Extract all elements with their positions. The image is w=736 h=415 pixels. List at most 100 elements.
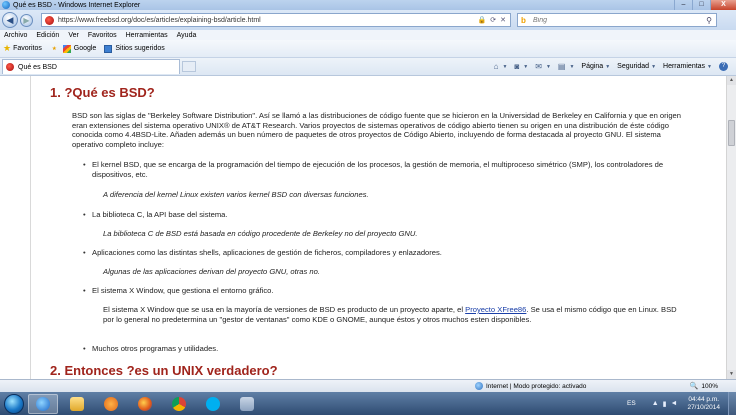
suggested-sites-icon: [104, 44, 113, 53]
zoom-level: 100%: [701, 382, 718, 390]
taskbar-ie[interactable]: [28, 393, 58, 414]
menu-edicion[interactable]: Edición: [36, 32, 59, 39]
favorites-bar: ★ Favoritos ⭑ Google Sitios sugeridos: [0, 40, 736, 58]
zoom-control[interactable]: 🔍 100%: [690, 382, 718, 391]
safety-menu-label: Seguridad: [617, 63, 650, 70]
list-item: El kernel BSD, que se encarga de la prog…: [83, 160, 682, 179]
list-item: El sistema X Window, que gestiona el ent…: [83, 286, 682, 296]
menu-ayuda[interactable]: Ayuda: [177, 32, 197, 39]
search-icon[interactable]: ⚲: [702, 16, 716, 25]
status-bar: Internet | Modo protegido: activado 🔍 10…: [0, 379, 736, 392]
favorites-button[interactable]: Favoritos: [13, 45, 42, 52]
scroll-up-arrow-icon[interactable]: ▲: [727, 76, 736, 85]
clock[interactable]: 04:44 p.m. 27/10/2014: [687, 396, 720, 412]
list-item-note: La biblioteca C de BSD está basada en có…: [103, 229, 418, 238]
media-player-icon: [104, 396, 118, 411]
menu-bar: Archivo Edición Ver Favoritos Herramient…: [0, 30, 736, 40]
print-icon: ▤: [557, 62, 566, 71]
refresh-icon[interactable]: ⟳: [490, 16, 496, 24]
globe-icon: [475, 382, 483, 390]
scroll-down-arrow-icon[interactable]: ▼: [727, 370, 736, 379]
taskbar-chrome[interactable]: [164, 394, 194, 414]
forward-arrow-icon: ▶: [23, 15, 30, 25]
skype-icon: [206, 396, 220, 411]
mail-button[interactable]: ✉ ▼: [535, 62, 551, 71]
page-menu-button[interactable]: Página ▼: [581, 63, 610, 70]
internet-explorer-icon: [36, 396, 50, 411]
minimize-button[interactable]: –: [674, 0, 692, 10]
tab-label: Qué es BSD: [18, 63, 57, 71]
firefox-icon: [138, 396, 152, 411]
start-button[interactable]: [4, 393, 24, 414]
note-text: El sistema X Window que se usa en la may…: [103, 305, 466, 314]
print-button[interactable]: ▤ ▼: [558, 62, 575, 71]
feeds-button[interactable]: ◙ ▼: [514, 62, 528, 71]
favorite-link-google[interactable]: Google: [62, 44, 97, 53]
taskbar-firefox[interactable]: [130, 394, 160, 414]
close-button[interactable]: X: [710, 0, 736, 10]
new-tab-button[interactable]: [182, 61, 196, 72]
page-content: 1. ?Qué es BSD? BSD son las siglas de "B…: [0, 76, 726, 379]
back-button[interactable]: ◀: [2, 12, 18, 28]
address-field[interactable]: https://www.freebsd.org/doc/es/articles/…: [41, 13, 511, 27]
ie-app-icon: [2, 1, 10, 9]
security-zone[interactable]: Internet | Modo protegido: activado: [475, 382, 586, 390]
favorite-link-suggested-sites[interactable]: Sitios sugeridos: [104, 44, 165, 53]
scrollbar-thumb[interactable]: [728, 120, 735, 146]
favorites-star-icon[interactable]: ★: [3, 43, 11, 54]
favorite-link-label: Sitios sugeridos: [115, 45, 165, 52]
stop-icon[interactable]: ✕: [500, 16, 506, 24]
search-box[interactable]: b ⚲: [517, 13, 717, 27]
help-icon[interactable]: ?: [719, 62, 728, 71]
menu-herramientas[interactable]: Herramientas: [126, 32, 168, 39]
favorite-link-label: Google: [73, 45, 97, 52]
taskbar: ES ▲ ▮ ◄ 04:44 p.m. 27/10/2014: [0, 392, 736, 415]
intro-paragraph: BSD son las siglas de "Berkeley Software…: [72, 111, 682, 149]
google-icon: [62, 44, 71, 53]
volume-icon[interactable]: ◄: [671, 400, 678, 407]
vertical-scrollbar[interactable]: ▲ ▼: [726, 76, 736, 379]
list-item: La biblioteca C, la API base del sistema…: [83, 210, 682, 220]
lock-icon[interactable]: 🔒: [478, 16, 487, 24]
menu-ver[interactable]: Ver: [68, 32, 79, 39]
network-icon[interactable]: ▮: [663, 400, 667, 408]
window-title: Qué es BSD - Windows Internet Explorer: [13, 1, 141, 9]
dropdown-arrow-icon: ▼: [569, 63, 575, 70]
dropdown-arrow-icon: ▼: [523, 63, 529, 70]
dropdown-arrow-icon: ▼: [651, 63, 657, 70]
list-item: Muchos otros programas y utilidades.: [83, 344, 682, 354]
tray-expand-icon[interactable]: ▲: [652, 400, 659, 407]
taskbar-skype[interactable]: [198, 394, 228, 414]
taskbar-media-player[interactable]: [96, 394, 126, 414]
content-divider: [30, 76, 31, 379]
list-item-note: A diferencia del kernel Linux existen va…: [103, 190, 369, 199]
application-icon: [240, 396, 254, 411]
taskbar-app[interactable]: [232, 394, 262, 414]
list-item: Aplicaciones como las distintas shells, …: [83, 248, 682, 258]
tools-menu-button[interactable]: Herramientas ▼: [663, 63, 712, 70]
maximize-button[interactable]: □: [692, 0, 710, 10]
language-indicator[interactable]: ES: [627, 400, 636, 407]
section-heading-2: 2. Entonces ?es un UNIX verdadero?: [50, 363, 278, 378]
add-favorite-icon[interactable]: ⭑: [52, 43, 57, 54]
back-arrow-icon: ◀: [6, 15, 14, 25]
dropdown-arrow-icon: ▼: [605, 63, 611, 70]
menu-archivo[interactable]: Archivo: [4, 32, 27, 39]
show-desktop-button[interactable]: [728, 392, 736, 415]
safety-menu-button[interactable]: Seguridad ▼: [617, 63, 656, 70]
taskbar-explorer[interactable]: [62, 394, 92, 414]
chrome-icon: [172, 396, 186, 411]
tab-que-es-bsd[interactable]: Qué es BSD: [2, 59, 180, 74]
xfree86-project-link[interactable]: Proyecto XFree86: [465, 305, 526, 314]
address-toolbar: ◀ ▶ https://www.freebsd.org/doc/es/artic…: [0, 10, 736, 30]
search-input[interactable]: [533, 16, 702, 24]
system-tray: ES ▲ ▮ ◄ 04:44 p.m. 27/10/2014: [627, 392, 736, 415]
home-button[interactable]: ⌂ ▼: [494, 62, 508, 71]
forward-button[interactable]: ▶: [20, 13, 33, 27]
menu-favoritos[interactable]: Favoritos: [88, 32, 117, 39]
dropdown-arrow-icon: ▼: [502, 63, 508, 70]
clock-date: 27/10/2014: [687, 403, 720, 411]
url-text[interactable]: https://www.freebsd.org/doc/es/articles/…: [58, 17, 478, 24]
clock-time: 04:44 p.m.: [688, 395, 720, 403]
list-item-note: El sistema X Window que se usa en la may…: [103, 305, 685, 324]
